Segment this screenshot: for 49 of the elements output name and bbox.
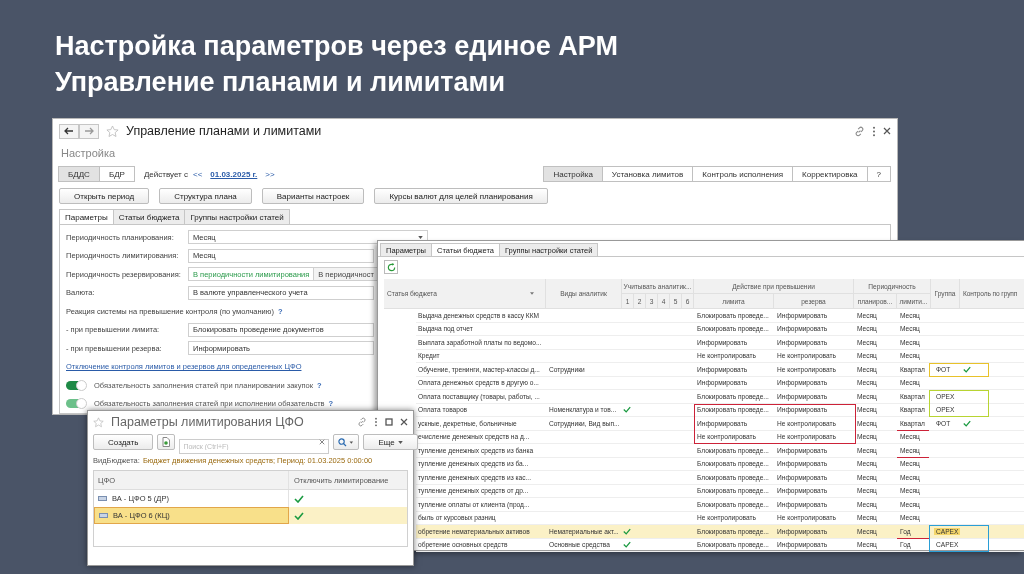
close-icon[interactable] <box>883 127 891 135</box>
more-button[interactable]: Еще <box>363 434 418 450</box>
toolbar-button[interactable]: Открыть период <box>59 188 150 204</box>
slide-title: Настройка параметров через единое АРМ <box>55 30 618 63</box>
back-button[interactable] <box>59 123 79 139</box>
tab[interactable]: Статьи бюджета <box>112 209 186 224</box>
toolbar-button[interactable]: Курсы валют для целей планирования <box>374 188 548 204</box>
item-icon <box>98 496 107 501</box>
form-subtitle: Настройка <box>61 147 117 159</box>
slide-title: Управление планами и лимитами <box>55 66 507 99</box>
refresh-button[interactable] <box>384 260 398 274</box>
date-link[interactable]: 01.03.2025 г. <box>210 169 258 179</box>
segment-tab[interactable]: БДР <box>98 166 135 182</box>
mode-tab[interactable]: Корректировка <box>792 166 868 182</box>
menu-icon[interactable] <box>374 417 378 427</box>
search-icon <box>338 437 355 447</box>
close-icon[interactable] <box>400 418 408 426</box>
segment-tab[interactable]: БДДС <box>58 166 100 182</box>
document-icon <box>162 437 171 447</box>
window-title: Управление планами и лимитами <box>126 124 322 138</box>
toggle-switch[interactable] <box>66 380 86 390</box>
sort-caret-icon <box>530 292 534 295</box>
item-icon <box>99 513 108 518</box>
star-icon[interactable] <box>106 124 119 138</box>
dropdown-caret-icon <box>397 440 403 444</box>
star-icon[interactable] <box>93 416 104 428</box>
maximize-icon[interactable] <box>385 418 393 426</box>
mode-tab[interactable]: Настройка <box>543 166 603 182</box>
right-arrow-icon <box>84 127 94 135</box>
toolbar-button[interactable]: Варианты настроек <box>261 188 365 204</box>
mode-tab[interactable]: Установка лимитов <box>601 166 694 182</box>
left-arrow-icon <box>64 127 74 135</box>
help-button[interactable]: ? <box>866 166 891 182</box>
next-link[interactable]: >> <box>265 169 275 179</box>
menu-icon[interactable] <box>872 125 876 137</box>
mode-tab[interactable]: Контроль исполнения <box>692 166 794 182</box>
effective-label: Действует с <box>143 169 188 179</box>
create-button[interactable]: Создать <box>93 434 154 450</box>
copy-button[interactable] <box>157 434 176 450</box>
link-icon[interactable] <box>854 125 865 137</box>
toolbar-button[interactable]: Структура плана <box>159 188 252 204</box>
search-button[interactable] <box>333 434 360 450</box>
tab[interactable]: Группы настройки статей <box>184 209 290 224</box>
refresh-icon <box>386 262 396 272</box>
previous-link[interactable]: << <box>192 169 203 179</box>
tab[interactable]: Параметры <box>59 209 114 224</box>
clear-icon[interactable] <box>319 439 326 445</box>
link-icon[interactable] <box>357 417 367 427</box>
dialog-title: Параметры лимитирования ЦФО <box>111 415 304 429</box>
